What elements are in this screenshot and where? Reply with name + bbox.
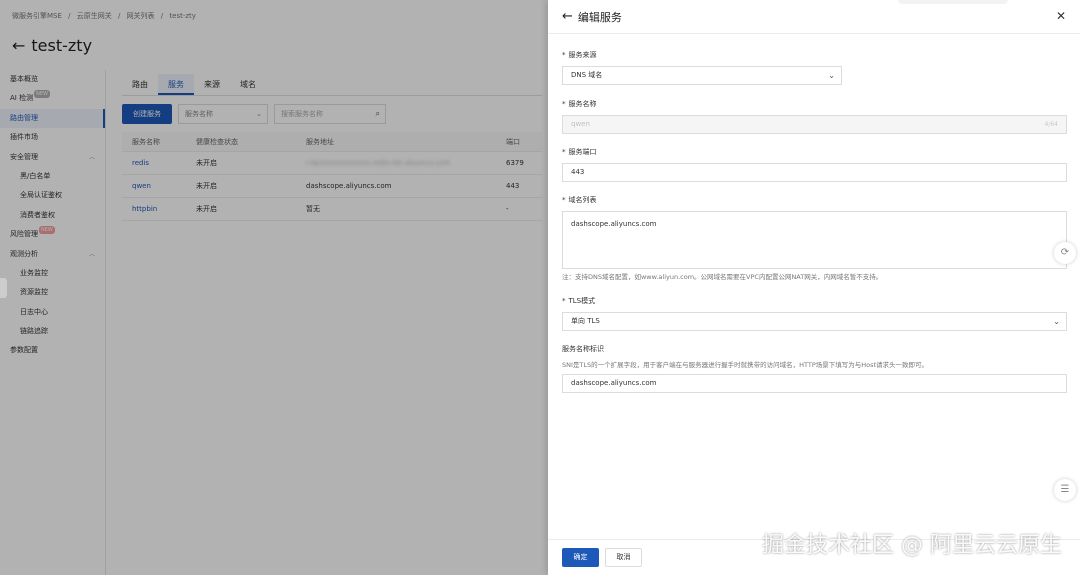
- field-label: * 域名列表: [562, 196, 597, 204]
- tls-mode-select[interactable]: 单向 TLS ⌄: [562, 312, 1067, 331]
- back-arrow-icon[interactable]: ←: [562, 9, 573, 24]
- collapse-handle[interactable]: [0, 278, 7, 298]
- domains-textarea[interactable]: dashscope.aliyuncs.com: [562, 211, 1067, 269]
- modal-overlay[interactable]: [0, 0, 548, 575]
- field-label: * TLS模式: [562, 297, 596, 305]
- sni-help-text: SNI是TLS的一个扩展字段，用于客户端在与服务器进行握手时就携带的访问域名，H…: [562, 361, 929, 369]
- field-label: 服务名称标识: [562, 345, 604, 353]
- field-label: * 服务端口: [562, 148, 597, 156]
- field-port: * 服务端口 443: [562, 147, 1067, 182]
- source-select[interactable]: DNS 域名 ⌄: [562, 66, 842, 85]
- chevron-down-icon: ⌄: [1053, 317, 1060, 326]
- domains-help-text: 注：支持DNS域名配置，如www.aliyun.com。公网域名需要在VPC内配…: [562, 273, 883, 281]
- service-name-input: qwen 4/64: [562, 115, 1067, 134]
- char-count: 4/64: [1044, 121, 1058, 128]
- edit-service-drawer: ← 编辑服务 ✕ * 服务来源 DNS 域名 ⌄ * 服务名称 qwen 4/64 …: [548, 0, 1080, 575]
- confirm-button[interactable]: 确定: [562, 548, 599, 567]
- field-tls: * TLS模式 单向 TLS ⌄: [562, 296, 1067, 331]
- field-label: * 服务名称: [562, 100, 597, 108]
- service-port-input[interactable]: 443: [562, 163, 1067, 182]
- cancel-button[interactable]: 取消: [605, 548, 642, 567]
- sni-input[interactable]: dashscope.aliyuncs.com: [562, 374, 1067, 393]
- field-sni: 服务名称标识 SNI是TLS的一个扩展字段，用于客户端在与服务器进行握手时就携带…: [562, 344, 1067, 393]
- drawer-title: 编辑服务: [577, 10, 622, 24]
- field-name: * 服务名称 qwen 4/64: [562, 99, 1067, 134]
- field-domains: * 域名列表 dashscope.aliyuncs.com: [562, 195, 1067, 269]
- feedback-icon[interactable]: ☰: [1054, 479, 1076, 501]
- assistant-icon[interactable]: ⟳: [1054, 242, 1076, 264]
- field-label: * 服务来源: [562, 51, 597, 59]
- close-icon[interactable]: ✕: [1056, 9, 1066, 23]
- drawer-header: ← 编辑服务 ✕: [548, 0, 1080, 34]
- field-source: * 服务来源 DNS 域名 ⌄: [562, 50, 842, 85]
- watermark: 掘金技术社区 @ 阿里云云原生: [762, 533, 1062, 558]
- chevron-down-icon: ⌄: [828, 71, 835, 80]
